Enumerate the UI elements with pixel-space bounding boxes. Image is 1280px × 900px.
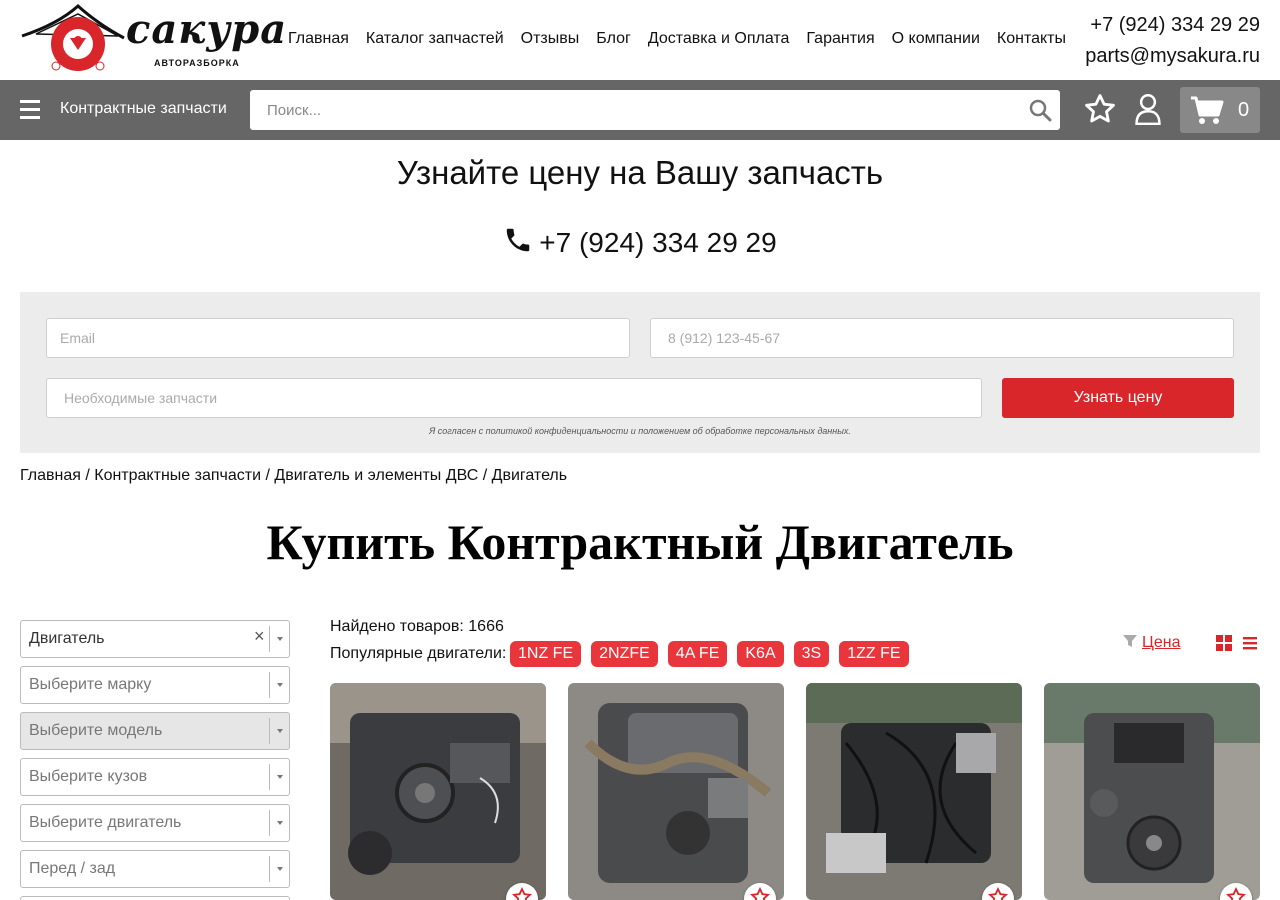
product-card[interactable] bbox=[806, 683, 1022, 900]
product-card[interactable] bbox=[568, 683, 784, 900]
popular-engine-tags: 1NZ FE 2NZFE 4A FE K6A 3S 1ZZ FE bbox=[510, 641, 909, 667]
product-card[interactable] bbox=[1044, 683, 1260, 900]
favorites-star-icon[interactable] bbox=[1083, 92, 1117, 126]
select-divider bbox=[269, 856, 270, 882]
search-input[interactable] bbox=[250, 90, 1060, 130]
chevron-down-icon bbox=[277, 867, 283, 871]
logo[interactable]: сакура АВТОРАЗБОРКА bbox=[18, 4, 286, 76]
product-image bbox=[806, 683, 1022, 900]
breadcrumb-home[interactable]: Главная bbox=[20, 467, 81, 484]
found-count: Найдено товаров: 1666 bbox=[330, 618, 504, 636]
select-divider bbox=[269, 626, 270, 652]
found-label: Найдено товаров: bbox=[330, 618, 464, 635]
nav-reviews[interactable]: Отзывы bbox=[521, 30, 580, 48]
phone-icon bbox=[507, 228, 530, 252]
engine-tag[interactable]: 4A FE bbox=[667, 641, 728, 667]
breadcrumb-separator: / bbox=[478, 467, 492, 484]
header-phone[interactable]: +7 (924) 334 29 29 bbox=[1085, 10, 1260, 41]
header-contacts: +7 (924) 334 29 29 parts@mysakura.ru bbox=[1085, 10, 1260, 72]
favorite-star-icon bbox=[988, 887, 1008, 900]
consent-text[interactable]: Я согласен с политикой конфиденциальност… bbox=[20, 426, 1260, 436]
chevron-down-icon bbox=[277, 683, 283, 687]
engine-tag[interactable]: 1NZ FE bbox=[510, 641, 582, 667]
cart-button[interactable]: 0 bbox=[1180, 87, 1260, 133]
chevron-down-icon bbox=[277, 729, 283, 733]
next-filter-select[interactable] bbox=[20, 896, 290, 900]
filter-funnel-icon bbox=[1123, 635, 1137, 647]
body-select-placeholder: Выберите кузов bbox=[29, 768, 148, 785]
product-card[interactable] bbox=[330, 683, 546, 900]
favorite-star-icon bbox=[750, 887, 770, 900]
search-icon[interactable] bbox=[1028, 98, 1052, 122]
found-number: 1666 bbox=[468, 618, 504, 635]
phone-field[interactable] bbox=[650, 318, 1234, 358]
sort-label: Цена bbox=[1142, 634, 1181, 651]
chevron-down-icon bbox=[277, 821, 283, 825]
logo-text: сакура bbox=[126, 6, 288, 53]
popular-engines-label: Популярные двигатели: bbox=[330, 645, 507, 662]
select-divider bbox=[269, 764, 270, 790]
engine-select-placeholder: Выберите двигатель bbox=[29, 814, 182, 831]
position-select[interactable]: Перед / зад bbox=[20, 850, 290, 888]
nav-home[interactable]: Главная bbox=[288, 30, 349, 48]
engine-tag[interactable]: 2NZFE bbox=[591, 641, 658, 667]
main-nav: Главная Каталог запчастей Отзывы Блог До… bbox=[288, 30, 1066, 48]
product-image bbox=[330, 683, 546, 900]
nav-about[interactable]: О компании bbox=[892, 30, 980, 48]
position-select-placeholder: Перед / зад bbox=[29, 860, 116, 877]
favorite-star-icon bbox=[512, 887, 532, 900]
parts-field[interactable] bbox=[46, 378, 982, 418]
price-request-form: Узнать цену Я согласен с политикой конфи… bbox=[20, 292, 1260, 453]
catalog-menu-label[interactable]: Контрактные запчасти bbox=[60, 100, 227, 118]
clear-icon[interactable]: × bbox=[254, 626, 265, 647]
price-request-title: Узнайте цену на Вашу запчасть bbox=[396, 154, 884, 191]
select-divider bbox=[269, 718, 270, 744]
engine-tag[interactable]: 3S bbox=[793, 641, 830, 667]
sakura-logo-icon bbox=[21, 4, 125, 71]
product-image bbox=[568, 683, 784, 900]
category-select-value: Двигатель bbox=[29, 630, 105, 647]
select-divider bbox=[269, 672, 270, 698]
engine-tag[interactable]: K6A bbox=[737, 641, 784, 667]
model-select[interactable]: Выберите модель bbox=[20, 712, 290, 750]
breadcrumb-separator: / bbox=[80, 467, 95, 484]
logo-subtitle: АВТОРАЗБОРКА bbox=[154, 58, 240, 68]
breadcrumb: Главная / Контрактные запчасти / Двигате… bbox=[20, 467, 567, 485]
breadcrumb-contract-parts[interactable]: Контрактные запчасти bbox=[94, 467, 261, 484]
nav-warranty[interactable]: Гарантия bbox=[806, 30, 874, 48]
favorite-star-icon bbox=[1226, 887, 1246, 900]
body-select[interactable]: Выберите кузов bbox=[20, 758, 290, 796]
email-field[interactable] bbox=[46, 318, 630, 358]
page-title: Купить Контрактный Двигатель bbox=[266, 514, 1014, 570]
cart-icon bbox=[1191, 96, 1224, 124]
list-view-icon[interactable] bbox=[1242, 635, 1258, 651]
header-email[interactable]: parts@mysakura.ru bbox=[1085, 41, 1260, 72]
get-price-button[interactable]: Узнать цену bbox=[1002, 378, 1234, 418]
price-request-phone-text: +7 (924) 334 29 29 bbox=[539, 227, 777, 258]
nav-catalog[interactable]: Каталог запчастей bbox=[366, 30, 504, 48]
grid-view-icon[interactable] bbox=[1216, 635, 1232, 651]
breadcrumb-engine-parts[interactable]: Двигатель и элементы ДВС bbox=[274, 467, 478, 484]
menu-icon[interactable] bbox=[20, 100, 40, 120]
engine-select[interactable]: Выберите двигатель bbox=[20, 804, 290, 842]
chevron-down-icon bbox=[277, 637, 283, 641]
sort-by-price[interactable]: Цена bbox=[1122, 633, 1180, 652]
select-divider bbox=[269, 810, 270, 836]
nav-contacts[interactable]: Контакты bbox=[997, 30, 1066, 48]
breadcrumb-current: Двигатель bbox=[491, 467, 568, 484]
cart-count: 0 bbox=[1238, 99, 1250, 121]
nav-delivery[interactable]: Доставка и Оплата bbox=[648, 30, 790, 48]
chevron-down-icon bbox=[277, 775, 283, 779]
nav-blog[interactable]: Блог bbox=[596, 30, 631, 48]
site-header: сакура АВТОРАЗБОРКА Главная Каталог запч… bbox=[0, 0, 1280, 80]
product-image bbox=[1044, 683, 1260, 900]
brand-select[interactable]: Выберите марку bbox=[20, 666, 290, 704]
breadcrumb-separator: / bbox=[261, 467, 275, 484]
brand-select-placeholder: Выберите марку bbox=[29, 676, 152, 693]
user-icon[interactable] bbox=[1134, 93, 1162, 125]
engine-tag[interactable]: 1ZZ FE bbox=[839, 641, 909, 667]
price-request-phone[interactable]: +7 (924) 334 29 29 bbox=[0, 225, 1280, 259]
model-select-placeholder: Выберите модель bbox=[29, 722, 163, 739]
category-select[interactable]: Двигатель × bbox=[20, 620, 290, 658]
